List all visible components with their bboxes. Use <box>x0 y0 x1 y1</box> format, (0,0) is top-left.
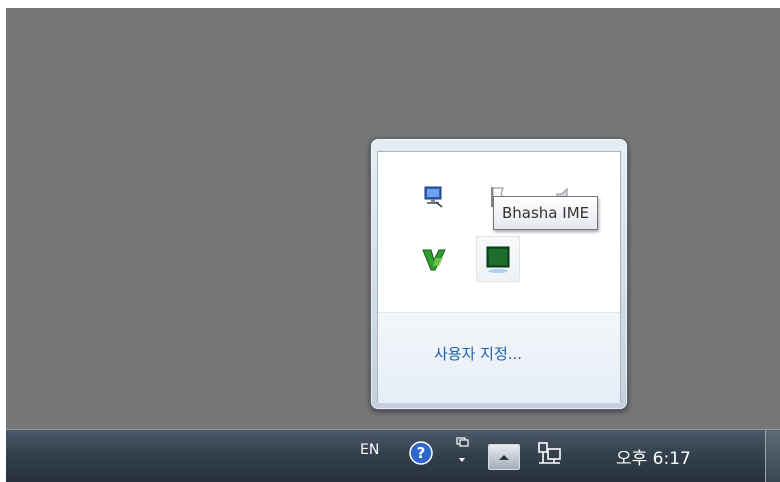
notification-area-overflow-flyout: 사용자 지정... <box>370 138 628 410</box>
ime-options-icon[interactable] <box>454 436 470 466</box>
taskbar: EN ? 오후 6:17 <box>6 429 780 482</box>
language-indicator[interactable]: EN <box>360 442 379 458</box>
vim-icon[interactable] <box>418 242 450 276</box>
overflow-icon-area <box>378 152 620 312</box>
clock[interactable]: 오후 6:17 <box>616 444 691 469</box>
show-hidden-icons-button[interactable] <box>488 444 520 470</box>
customize-link[interactable]: 사용자 지정... <box>434 343 522 364</box>
customize-area: 사용자 지정... <box>378 312 620 403</box>
bhasha-ime-icon[interactable] <box>476 236 520 282</box>
show-desktop-button[interactable] <box>765 430 780 482</box>
svg-text:?: ? <box>417 444 426 462</box>
tooltip: Bhasha IME <box>493 196 599 230</box>
network-icon[interactable] <box>418 180 450 214</box>
flyout-panel: 사용자 지정... <box>377 151 621 403</box>
tooltip-text: Bhasha IME <box>502 204 590 222</box>
network-icon[interactable] <box>536 441 564 469</box>
help-icon[interactable]: ? <box>408 440 434 466</box>
